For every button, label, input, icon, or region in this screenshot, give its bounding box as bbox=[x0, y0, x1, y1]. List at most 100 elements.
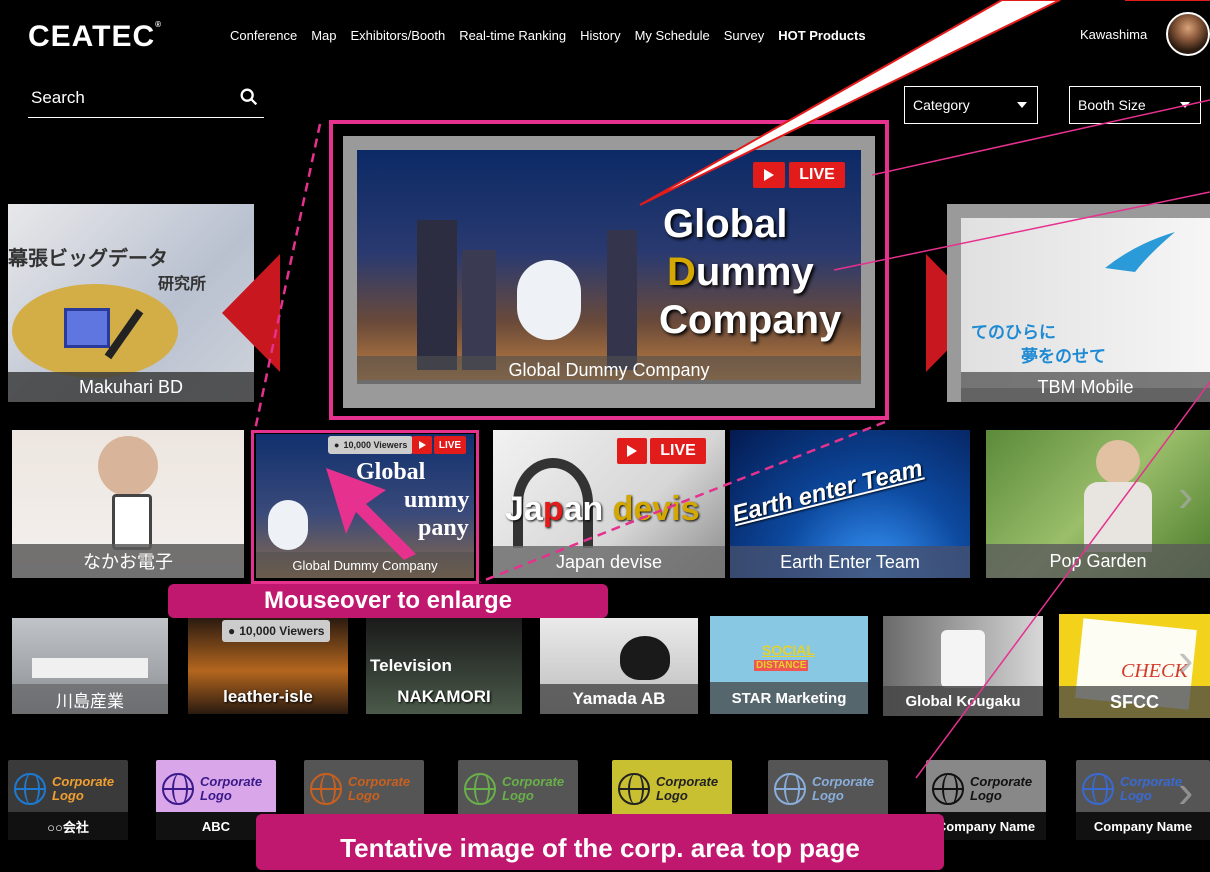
corporate-name-label[interactable]: Company Name bbox=[926, 812, 1046, 840]
corporate-logo-tile[interactable]: Corporate Logo bbox=[768, 760, 888, 818]
corporate-logo-text: Corporate Logo bbox=[200, 775, 262, 803]
corporate-logo-line: Logo bbox=[52, 788, 84, 803]
tile-caption: Makuhari BD bbox=[8, 372, 254, 402]
corporate-name-label[interactable]: ○○会社 bbox=[8, 812, 128, 840]
tile-image-text-part: p bbox=[542, 490, 564, 528]
nav-item-map[interactable]: Map bbox=[311, 28, 336, 43]
top-nav: CEATEC® Conference Map Exhibitors/Booth … bbox=[0, 0, 1210, 70]
corporate-logo-tile[interactable]: Corporate Logo bbox=[8, 760, 128, 818]
corporate-logo-text: Corporate Logo bbox=[348, 775, 410, 803]
corporate-logo-tile[interactable]: Corporate Logo bbox=[458, 760, 578, 818]
corporate-logo-text: Corporate Logo bbox=[1120, 775, 1182, 803]
tile-caption: Japan devise bbox=[493, 546, 725, 578]
corporate-logo-text: Corporate Logo bbox=[502, 775, 564, 803]
booth-size-dropdown-label: Booth Size bbox=[1078, 97, 1146, 113]
corporate-logo-tile[interactable]: Corporate Logo bbox=[156, 760, 276, 818]
globe-icon bbox=[14, 773, 46, 805]
globe-icon bbox=[310, 773, 342, 805]
corporate-logo-tile[interactable]: Corporate Logo bbox=[304, 760, 424, 818]
corporate-logo-text: Corporate Logo bbox=[52, 775, 114, 803]
tile-image-text: Television bbox=[370, 656, 452, 675]
featured-tile-tbm-mobile[interactable]: てのひらに 夢をのせて TBM Mobile bbox=[947, 204, 1210, 402]
flask-illustration bbox=[12, 284, 178, 378]
nav-item-survey[interactable]: Survey bbox=[724, 28, 764, 43]
search-icon[interactable] bbox=[238, 86, 260, 108]
corporate-logo-text: Corporate Logo bbox=[970, 775, 1032, 803]
person-illustration bbox=[98, 436, 158, 496]
corporate-logo-line: Corporate bbox=[656, 774, 719, 789]
corporate-logo-tile[interactable]: Corporate Logo bbox=[926, 760, 1046, 818]
corporate-logo-line: Logo bbox=[348, 788, 380, 803]
chevron-right-icon[interactable]: › bbox=[1178, 764, 1193, 818]
category-dropdown[interactable]: Category bbox=[904, 86, 1038, 124]
featured-tile-makuhari[interactable]: 幕張ビッグデータ 研究所 Makuhari BD bbox=[8, 204, 254, 402]
live-badge: LIVE bbox=[753, 162, 845, 188]
search-input[interactable]: Search bbox=[28, 82, 264, 118]
booth-tile-pop-garden[interactable]: Pop Garden bbox=[986, 430, 1210, 578]
featured-image-text: 夢をのせて bbox=[1021, 347, 1106, 366]
tile-image-text: Japan devis bbox=[505, 490, 700, 529]
booth-tile-nakamori[interactable]: Television NAKAMORI bbox=[366, 618, 522, 714]
booth-size-dropdown[interactable]: Booth Size bbox=[1069, 86, 1201, 124]
search-placeholder: Search bbox=[31, 88, 85, 107]
live-label: LIVE bbox=[650, 438, 706, 464]
corporate-logo-text: Corporate Logo bbox=[812, 775, 874, 803]
booth-tile-kawashima[interactable]: 川島産業 bbox=[12, 618, 168, 714]
chevron-down-icon bbox=[1017, 102, 1027, 108]
booth-tile-star-marketing[interactable]: SOCIAL DISTANCE STAR Marketing bbox=[710, 616, 868, 714]
booth-tile-global-kougaku[interactable]: Global Kougaku bbox=[883, 616, 1043, 716]
corporate-logo-line: Corporate bbox=[200, 774, 263, 789]
nav-item-conference[interactable]: Conference bbox=[230, 28, 297, 43]
booth-tile-nakao[interactable]: なかお電子 bbox=[12, 430, 244, 578]
booth-tile-earth-enter[interactable]: Earth enter Team Earth Enter Team bbox=[730, 430, 970, 578]
corporate-logo-line: Logo bbox=[200, 788, 232, 803]
featured-image-text: てのひらに bbox=[971, 323, 1056, 342]
booth-tile-leather-isle[interactable]: ● 10,000 Viewers leather-isle bbox=[188, 618, 348, 714]
play-icon bbox=[412, 436, 432, 454]
corporate-logo-line: Logo bbox=[970, 788, 1002, 803]
corporate-logo-line: Corporate bbox=[348, 774, 411, 789]
booth-tile-japan-devise[interactable]: LIVE Japan devis Japan devise bbox=[493, 430, 725, 578]
tile-caption: STAR Marketing bbox=[710, 682, 868, 714]
tile-image-text: SOCIAL bbox=[762, 642, 815, 658]
nav-item-hot-products[interactable]: HOT Products bbox=[778, 28, 865, 43]
person-icon: ● bbox=[228, 624, 236, 638]
globe-icon bbox=[1082, 773, 1114, 805]
nav-item-exhibitors[interactable]: Exhibitors/Booth bbox=[351, 28, 446, 43]
globe-icon bbox=[464, 773, 496, 805]
kettle-illustration bbox=[620, 636, 670, 680]
nav-item-schedule[interactable]: My Schedule bbox=[635, 28, 710, 43]
live-badge: LIVE bbox=[617, 438, 706, 464]
person-illustration bbox=[1084, 482, 1152, 552]
user-name[interactable]: Kawashima bbox=[1080, 27, 1147, 42]
category-dropdown-label: Category bbox=[913, 97, 970, 113]
title-line-2: ummy bbox=[695, 250, 814, 294]
tile-caption: TBM Mobile bbox=[961, 372, 1210, 402]
hands-image: てのひらに 夢をのせて bbox=[961, 218, 1210, 388]
mouseover-annotation: Mouseover to enlarge bbox=[168, 584, 608, 618]
corporate-logo-line: Corporate bbox=[502, 774, 565, 789]
tile-caption: 川島産業 bbox=[12, 684, 168, 714]
chevron-right-icon[interactable]: › bbox=[1178, 468, 1193, 522]
nav-item-ranking[interactable]: Real-time Ranking bbox=[459, 28, 566, 43]
corporate-logo-tile[interactable]: Corporate Logo bbox=[612, 760, 732, 818]
phone-illustration bbox=[112, 494, 152, 550]
globe-icon bbox=[618, 773, 650, 805]
live-badge: LIVE bbox=[412, 436, 466, 454]
tile-image-text-part: an bbox=[563, 490, 604, 528]
chevron-right-icon[interactable]: › bbox=[1178, 632, 1193, 686]
featured-tile-global-dummy[interactable]: LIVE Global Dummy Company Global Dummy C… bbox=[343, 136, 875, 408]
tile-caption: Global Dummy Company bbox=[357, 356, 861, 384]
globe-icon bbox=[162, 773, 194, 805]
tentative-annotation: Tentative image of the corp. area top pa… bbox=[256, 814, 944, 870]
booth-tile-yamada[interactable]: Yamada AB bbox=[540, 618, 698, 714]
play-icon bbox=[753, 162, 785, 188]
corporate-logo-line: Corporate bbox=[812, 774, 875, 789]
corporate-logo-text: Corporate Logo bbox=[656, 775, 718, 803]
arrow-left-icon[interactable] bbox=[222, 254, 280, 372]
nav-item-history[interactable]: History bbox=[580, 28, 620, 43]
avatar[interactable] bbox=[1166, 12, 1210, 56]
viewer-count: 10,000 Viewers bbox=[239, 624, 325, 638]
viewer-count-badge: ● 10,000 Viewers bbox=[222, 620, 331, 642]
ceatec-logo[interactable]: CEATEC® bbox=[28, 20, 162, 54]
